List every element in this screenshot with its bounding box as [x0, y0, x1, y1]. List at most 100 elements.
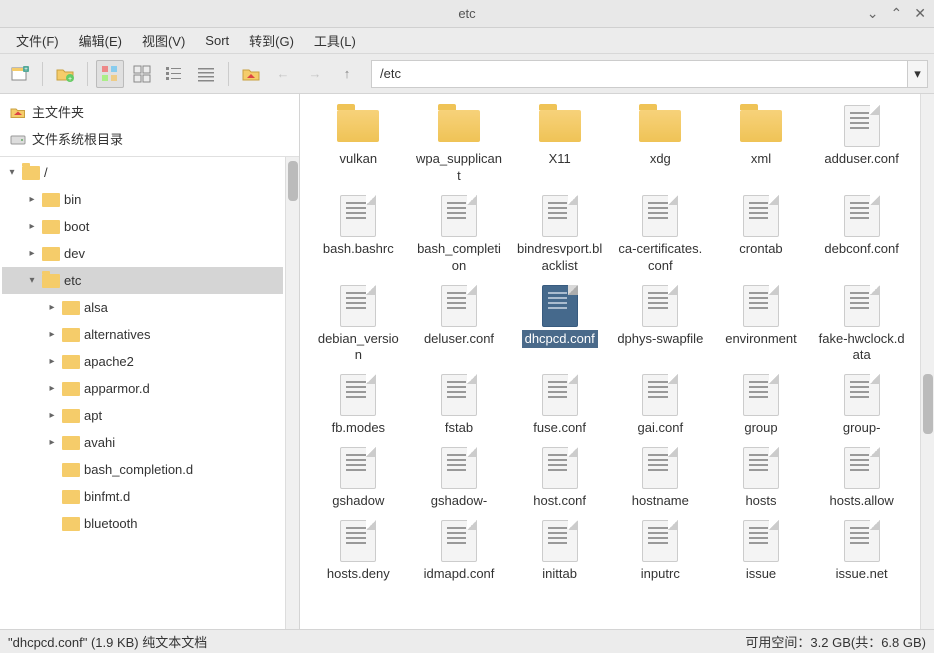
expander-icon[interactable]: ▸: [46, 329, 58, 341]
menu-file[interactable]: 文件(F): [6, 28, 69, 53]
text-file-icon: [441, 520, 477, 562]
up-button[interactable]: ↑: [333, 60, 361, 88]
file-item[interactable]: fake-hwclock.data: [813, 282, 910, 368]
expander-icon[interactable]: ▸: [26, 221, 38, 233]
file-item[interactable]: inittab: [511, 517, 608, 586]
file-item[interactable]: idmapd.conf: [411, 517, 508, 586]
expander-icon[interactable]: ▸: [46, 410, 58, 422]
file-item[interactable]: hosts: [713, 444, 810, 513]
file-item[interactable]: inputrc: [612, 517, 709, 586]
file-item[interactable]: host.conf: [511, 444, 608, 513]
tree-item[interactable]: ▸dev: [2, 240, 283, 267]
close-icon[interactable]: ✕: [914, 5, 926, 22]
tree-item[interactable]: ▸apache2: [2, 348, 283, 375]
scrollbar-thumb[interactable]: [923, 374, 933, 434]
file-item[interactable]: fstab: [411, 371, 508, 440]
file-item[interactable]: debian_version: [310, 282, 407, 368]
tree-item[interactable]: ▾etc: [2, 267, 283, 294]
tree-item[interactable]: ▸boot: [2, 213, 283, 240]
expander-icon[interactable]: [46, 464, 58, 476]
file-view[interactable]: vulkanwpa_supplicantX11xdgxmladduser.con…: [300, 94, 920, 629]
file-item[interactable]: crontab: [713, 192, 810, 278]
file-item[interactable]: hosts.allow: [813, 444, 910, 513]
maximize-icon[interactable]: ⌃: [891, 5, 903, 22]
menu-goto[interactable]: 转到(G): [239, 28, 304, 53]
place-filesystem[interactable]: 文件系统根目录: [4, 125, 295, 152]
file-item[interactable]: fb.modes: [310, 371, 407, 440]
expander-icon[interactable]: ▸: [46, 356, 58, 368]
file-item[interactable]: issue.net: [813, 517, 910, 586]
tree-item[interactable]: ▸bin: [2, 186, 283, 213]
thumbnail-view-button[interactable]: [128, 60, 156, 88]
place-home[interactable]: 主文件夹: [4, 98, 295, 125]
folder-item[interactable]: xdg: [612, 102, 709, 188]
minimize-icon[interactable]: ⌄: [867, 5, 879, 22]
file-item[interactable]: ca-certificates.conf: [612, 192, 709, 278]
tree-item[interactable]: ▸apparmor.d: [2, 375, 283, 402]
new-tab-button[interactable]: +: [6, 60, 34, 88]
expander-icon[interactable]: ▸: [46, 302, 58, 314]
file-item[interactable]: environment: [713, 282, 810, 368]
folder-item[interactable]: wpa_supplicant: [411, 102, 508, 188]
new-folder-button[interactable]: +: [51, 60, 79, 88]
file-item[interactable]: gshadow: [310, 444, 407, 513]
folder-item[interactable]: vulkan: [310, 102, 407, 188]
tree-item[interactable]: ▸apt: [2, 402, 283, 429]
tree-item[interactable]: ▸alsa: [2, 294, 283, 321]
path-dropdown[interactable]: ▾: [908, 60, 928, 88]
expander-icon[interactable]: ▾: [26, 275, 38, 287]
file-item[interactable]: gai.conf: [612, 371, 709, 440]
file-item[interactable]: group-: [813, 371, 910, 440]
tree-item[interactable]: bluetooth: [2, 510, 283, 537]
file-item[interactable]: hosts.deny: [310, 517, 407, 586]
expander-icon[interactable]: ▸: [46, 383, 58, 395]
file-item[interactable]: fuse.conf: [511, 371, 608, 440]
menu-sort[interactable]: Sort: [195, 30, 239, 51]
file-item[interactable]: hostname: [612, 444, 709, 513]
folder-item[interactable]: X11: [511, 102, 608, 188]
file-item[interactable]: bash_completion: [411, 192, 508, 278]
file-item[interactable]: bash.bashrc: [310, 192, 407, 278]
expander-icon[interactable]: [46, 518, 58, 530]
icon-view-button[interactable]: [96, 60, 124, 88]
file-item[interactable]: gshadow-: [411, 444, 508, 513]
menu-view[interactable]: 视图(V): [132, 28, 195, 53]
file-item[interactable]: debconf.conf: [813, 192, 910, 278]
menubar: 文件(F) 编辑(E) 视图(V) Sort 转到(G) 工具(L): [0, 28, 934, 54]
file-item[interactable]: adduser.conf: [813, 102, 910, 188]
tree-item[interactable]: ▸avahi: [2, 429, 283, 456]
expander-icon[interactable]: ▾: [6, 167, 18, 179]
file-item[interactable]: issue: [713, 517, 810, 586]
tree-item[interactable]: ▸alternatives: [2, 321, 283, 348]
file-item[interactable]: deluser.conf: [411, 282, 508, 368]
tree-item[interactable]: binfmt.d: [2, 483, 283, 510]
text-file-icon: [340, 374, 376, 416]
detail-view-button[interactable]: [192, 60, 220, 88]
file-item[interactable]: dhcpcd.conf: [511, 282, 608, 368]
menu-edit[interactable]: 编辑(E): [69, 28, 132, 53]
forward-button[interactable]: →: [301, 60, 329, 88]
tree-root[interactable]: ▾ /: [2, 159, 283, 186]
expander-icon[interactable]: [46, 491, 58, 503]
folder-item[interactable]: xml: [713, 102, 810, 188]
text-file-icon: [441, 285, 477, 327]
path-input[interactable]: [371, 60, 908, 88]
content-scrollbar[interactable]: [920, 94, 934, 629]
file-item[interactable]: group: [713, 371, 810, 440]
expander-icon[interactable]: ▸: [46, 437, 58, 449]
folder-tree[interactable]: ▾ / ▸bin▸boot▸dev▾etc▸alsa▸alternatives▸…: [0, 157, 285, 629]
folder-icon: [62, 382, 80, 396]
expander-icon[interactable]: ▸: [26, 194, 38, 206]
menu-tools[interactable]: 工具(L): [304, 28, 366, 53]
folder-icon: [62, 463, 80, 477]
scrollbar-thumb[interactable]: [288, 161, 298, 201]
compact-view-button[interactable]: [160, 60, 188, 88]
expander-icon[interactable]: ▸: [26, 248, 38, 260]
toolbar-separator: [228, 62, 229, 86]
back-button[interactable]: ←: [269, 60, 297, 88]
file-item[interactable]: bindresvport.blacklist: [511, 192, 608, 278]
file-item[interactable]: dphys-swapfile: [612, 282, 709, 368]
tree-item[interactable]: bash_completion.d: [2, 456, 283, 483]
tree-scrollbar[interactable]: [285, 157, 299, 629]
home-button[interactable]: [237, 60, 265, 88]
